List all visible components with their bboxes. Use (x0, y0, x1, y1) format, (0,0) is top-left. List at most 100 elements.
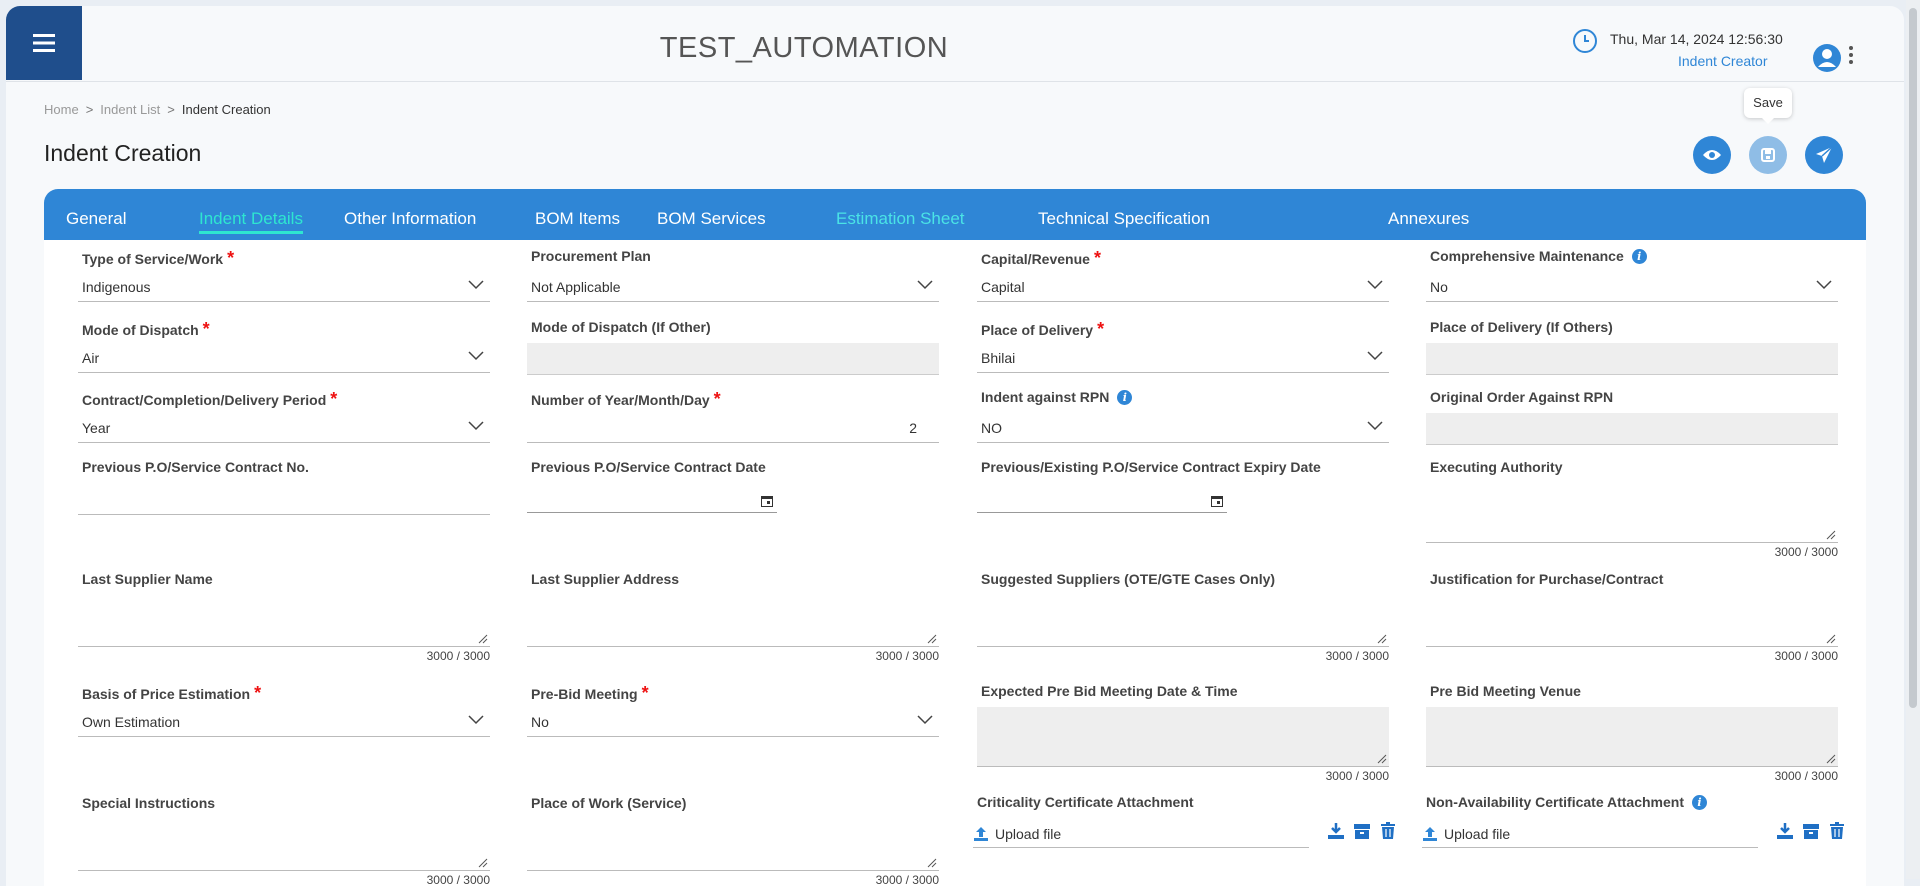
upload-icon (974, 827, 988, 841)
chevron-down-icon (468, 715, 484, 725)
special-instructions-textarea[interactable] (78, 819, 490, 871)
last-supplier-name-label: Last Supplier Name (82, 571, 213, 587)
tab-general[interactable]: General (66, 209, 126, 229)
calendar-icon[interactable] (761, 495, 773, 507)
char-counter: 3000 / 3000 (426, 649, 490, 663)
prev-po-date-input[interactable] (527, 485, 777, 513)
resize-handle-icon[interactable] (1377, 634, 1387, 644)
non-availability-cert-label: Non-Availability Certificate Attachment (1426, 794, 1685, 810)
clock-icon (1573, 29, 1597, 53)
info-icon[interactable]: i (1692, 795, 1708, 810)
resize-handle-icon[interactable] (927, 634, 937, 644)
resize-handle-icon[interactable] (478, 634, 488, 644)
chevron-down-icon (1816, 280, 1832, 290)
tab-bom-services[interactable]: BOM Services (657, 209, 766, 229)
eye-icon (1703, 150, 1721, 160)
vertical-scrollbar[interactable] (1906, 0, 1920, 879)
procurement-plan-value: Not Applicable (531, 279, 621, 295)
executing-authority-textarea[interactable] (1426, 483, 1838, 543)
tab-other-information[interactable]: Other Information (344, 209, 476, 229)
tab-estimation-sheet[interactable]: Estimation Sheet (836, 209, 965, 229)
mode-of-dispatch-value: Air (82, 350, 100, 366)
last-supplier-name-textarea[interactable] (78, 595, 490, 647)
tab-annexures[interactable]: Annexures (1388, 209, 1469, 229)
number-of-period-label: Number of Year/Month/Day (531, 392, 710, 408)
executing-authority-label: Executing Authority (1430, 459, 1563, 475)
suggested-suppliers-label: Suggested Suppliers (OTE/GTE Cases Only) (981, 571, 1276, 587)
procurement-plan-select[interactable]: Not Applicable (527, 272, 939, 302)
place-of-delivery-label: Place of Delivery (981, 322, 1094, 338)
scrollbar-thumb[interactable] (1909, 8, 1917, 708)
comprehensive-maintenance-value: No (1430, 279, 1448, 295)
chevron-down-icon (468, 351, 484, 361)
number-of-period-input[interactable]: 2 (527, 413, 939, 443)
breadcrumb-home[interactable]: Home (44, 102, 79, 117)
pre-bid-meeting-select[interactable]: No (527, 707, 939, 737)
tab-technical-specification[interactable]: Technical Specification (1038, 209, 1210, 229)
prev-po-expiry-input[interactable] (977, 485, 1227, 513)
suggested-suppliers-textarea[interactable] (977, 595, 1389, 647)
calendar-icon[interactable] (1211, 495, 1223, 507)
resize-handle-icon[interactable] (478, 858, 488, 868)
submit-button[interactable] (1805, 136, 1843, 174)
tab-bom-items[interactable]: BOM Items (535, 209, 620, 229)
breadcrumb-current: Indent Creation (181, 102, 271, 117)
resize-handle-icon[interactable] (1826, 634, 1836, 644)
archive-icon[interactable] (1802, 822, 1820, 840)
tab-indent-details[interactable]: Indent Details (199, 209, 303, 234)
trash-icon[interactable] (1379, 822, 1397, 840)
more-options-icon[interactable] (1847, 46, 1855, 70)
user-avatar-icon[interactable] (1812, 43, 1842, 73)
info-icon[interactable]: i (1117, 390, 1133, 405)
current-datetime: Thu, Mar 14, 2024 12:56:30 (1610, 31, 1783, 47)
breadcrumb-separator: > (167, 102, 175, 117)
prev-po-no-input[interactable] (78, 485, 490, 515)
info-icon[interactable]: i (1631, 249, 1647, 264)
prev-po-no-label: Previous P.O/Service Contract No. (82, 459, 309, 475)
breadcrumb-separator: > (85, 102, 94, 117)
resize-handle-icon[interactable] (1826, 754, 1836, 764)
required-mark: * (254, 683, 262, 703)
resize-handle-icon[interactable] (1377, 754, 1387, 764)
place-of-delivery-select[interactable]: Bhilai (977, 343, 1389, 373)
mode-of-dispatch-select[interactable]: Air (78, 343, 490, 373)
form-card: General Indent Details Other Information… (44, 189, 1866, 886)
preview-button[interactable] (1693, 136, 1731, 174)
place-of-work-textarea[interactable] (527, 819, 939, 871)
pre-bid-datetime-textarea (977, 707, 1389, 767)
mode-of-dispatch-other-input (527, 343, 939, 375)
chevron-down-icon (1367, 280, 1383, 290)
type-of-service-select[interactable]: Indigenous (78, 272, 490, 302)
resize-handle-icon[interactable] (927, 858, 937, 868)
pre-bid-venue-label: Pre Bid Meeting Venue (1430, 683, 1581, 699)
last-supplier-address-textarea[interactable] (527, 595, 939, 647)
non-availability-cert-upload[interactable]: Upload file (1422, 818, 1758, 848)
basis-of-price-select[interactable]: Own Estimation (78, 707, 490, 737)
mode-of-dispatch-label: Mode of Dispatch (82, 322, 199, 338)
prev-po-expiry-label: Previous/Existing P.O/Service Contract E… (981, 459, 1321, 475)
criticality-cert-upload[interactable]: Upload file (973, 818, 1309, 848)
resize-handle-icon[interactable] (1826, 530, 1836, 540)
pre-bid-venue-textarea (1426, 707, 1838, 767)
save-button[interactable] (1749, 136, 1787, 174)
download-icon[interactable] (1776, 822, 1794, 840)
download-icon[interactable] (1327, 822, 1345, 840)
indent-against-rpn-select[interactable]: NO (977, 413, 1389, 443)
trash-icon[interactable] (1828, 822, 1846, 840)
delivery-period-label: Contract/Completion/Delivery Period (82, 392, 327, 408)
chevron-down-icon (468, 280, 484, 290)
chevron-down-icon (917, 280, 933, 290)
char-counter: 3000 / 3000 (1774, 545, 1838, 559)
required-mark: * (713, 389, 721, 409)
criticality-cert-label: Criticality Certificate Attachment (977, 794, 1194, 810)
capital-revenue-select[interactable]: Capital (977, 272, 1389, 302)
required-mark: * (330, 389, 338, 409)
archive-icon[interactable] (1353, 822, 1371, 840)
breadcrumb-indent-list[interactable]: Indent List (100, 102, 160, 117)
app-window: TEST_AUTOMATION Thu, Mar 14, 2024 12:56:… (6, 6, 1904, 886)
delivery-period-select[interactable]: Year (78, 413, 490, 443)
justification-textarea[interactable] (1426, 595, 1838, 647)
upload-file-label: Upload file (1444, 826, 1511, 842)
indent-against-rpn-value: NO (981, 420, 1002, 436)
comprehensive-maintenance-select[interactable]: No (1426, 272, 1838, 302)
